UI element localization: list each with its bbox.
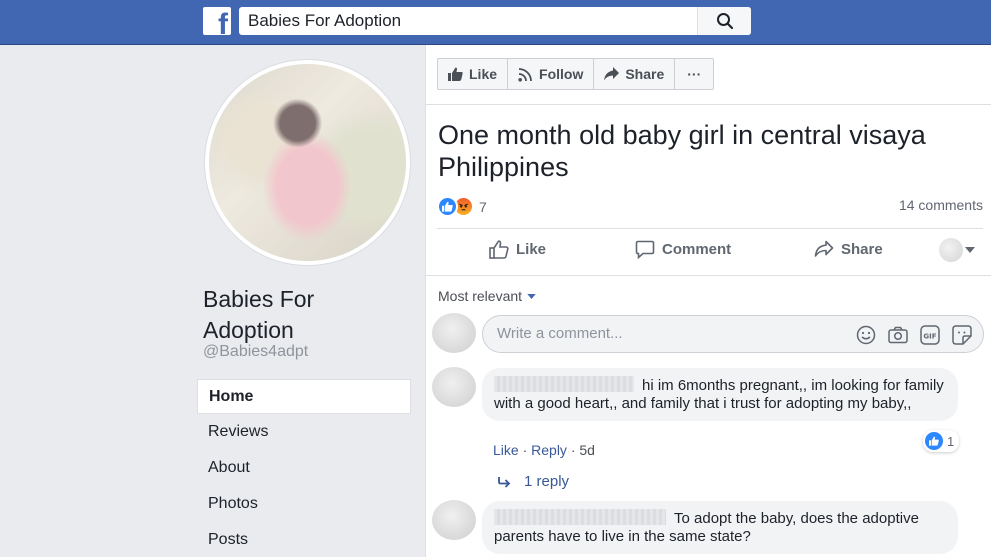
comment-input[interactable]: [497, 325, 827, 342]
left-navigation: Home Reviews About Photos Posts: [197, 379, 411, 557]
post-panel: Like Follow Share ··· One month old baby…: [425, 45, 991, 557]
comment-like-link[interactable]: Like: [493, 442, 519, 458]
avatar: [939, 238, 963, 262]
avatar[interactable]: [432, 367, 476, 407]
nav-item-home[interactable]: Home: [197, 379, 411, 414]
camera-icon[interactable]: [887, 324, 909, 346]
thumbs-up-outline-icon: [489, 240, 509, 259]
avatar[interactable]: [432, 313, 476, 353]
divider: [426, 275, 991, 276]
comment-like-count: 1: [947, 433, 955, 449]
comment-reply-link[interactable]: Reply: [531, 442, 567, 458]
thumbs-up-icon: [448, 67, 463, 81]
comment-bubble: hi im 6months pregnant,, im looking for …: [482, 368, 958, 421]
view-replies-link[interactable]: 1 reply: [498, 473, 569, 490]
profile-photo-blurred: [209, 64, 406, 261]
redacted-commenter-name: [494, 376, 634, 392]
post-like-button[interactable]: Like: [489, 240, 546, 259]
comment-like-badge[interactable]: 1: [923, 430, 960, 452]
follow-button[interactable]: Follow: [508, 59, 595, 89]
comment-age[interactable]: 5d: [579, 442, 595, 458]
nav-item-about[interactable]: About: [197, 451, 411, 486]
post-as-selector[interactable]: [939, 238, 975, 262]
nav-item-photos[interactable]: Photos: [197, 487, 411, 522]
page-like-button[interactable]: Like: [438, 59, 509, 89]
post-share-button[interactable]: Share: [814, 240, 883, 258]
nav-item-posts[interactable]: Posts: [197, 523, 411, 557]
search-input[interactable]: [239, 7, 697, 35]
more-icon: ···: [687, 66, 702, 82]
facebook-logo-icon[interactable]: f: [203, 7, 231, 35]
comment-bubble-icon: [635, 240, 655, 259]
divider: [426, 104, 991, 105]
share-arrow-outline-icon: [814, 240, 834, 257]
comment-composer: GIF: [482, 315, 984, 353]
caret-down-icon: [965, 247, 975, 253]
comments-count-link[interactable]: 14 comments: [899, 197, 983, 213]
search-box: [239, 7, 751, 35]
emoji-icon[interactable]: [855, 324, 877, 346]
like-reaction-icon: [925, 432, 943, 450]
svg-text:GIF: GIF: [923, 333, 936, 341]
page-profile-picture[interactable]: [205, 60, 410, 265]
comment-sort-dropdown[interactable]: Most relevant: [438, 288, 536, 304]
caret-down-icon: [527, 293, 536, 299]
avatar[interactable]: [432, 500, 476, 540]
more-options-button[interactable]: ···: [675, 59, 713, 89]
share-arrow-icon: [604, 67, 620, 81]
reply-arrow-icon: [498, 476, 511, 488]
page-name[interactable]: Babies For Adoption: [203, 284, 403, 346]
composer-icons: GIF: [855, 324, 973, 346]
search-button[interactable]: [697, 7, 751, 35]
post-comment-button[interactable]: Comment: [635, 240, 731, 259]
comment-bubble: To adopt the baby, does the adoptive par…: [482, 501, 958, 554]
sticker-icon[interactable]: [951, 324, 973, 346]
reactions-summary[interactable]: 7: [437, 196, 487, 217]
comment-meta: Like · Reply · 5d: [493, 442, 595, 458]
post-action-row: Like Comment Share: [437, 229, 983, 274]
like-reaction-icon: [437, 196, 458, 217]
rss-icon: [518, 67, 532, 82]
top-navigation-bar: f: [0, 0, 991, 45]
gif-icon[interactable]: GIF: [919, 324, 941, 346]
reaction-count: 7: [479, 198, 487, 215]
page-handle[interactable]: @Babies4adpt: [203, 343, 308, 361]
redacted-commenter-name: [494, 509, 666, 525]
page-actions-bar: Like Follow Share ···: [437, 58, 715, 90]
nav-item-reviews[interactable]: Reviews: [197, 415, 411, 450]
search-icon: [716, 13, 733, 30]
post-title: One month old baby girl in central visay…: [438, 120, 926, 182]
page-share-button[interactable]: Share: [594, 59, 676, 89]
